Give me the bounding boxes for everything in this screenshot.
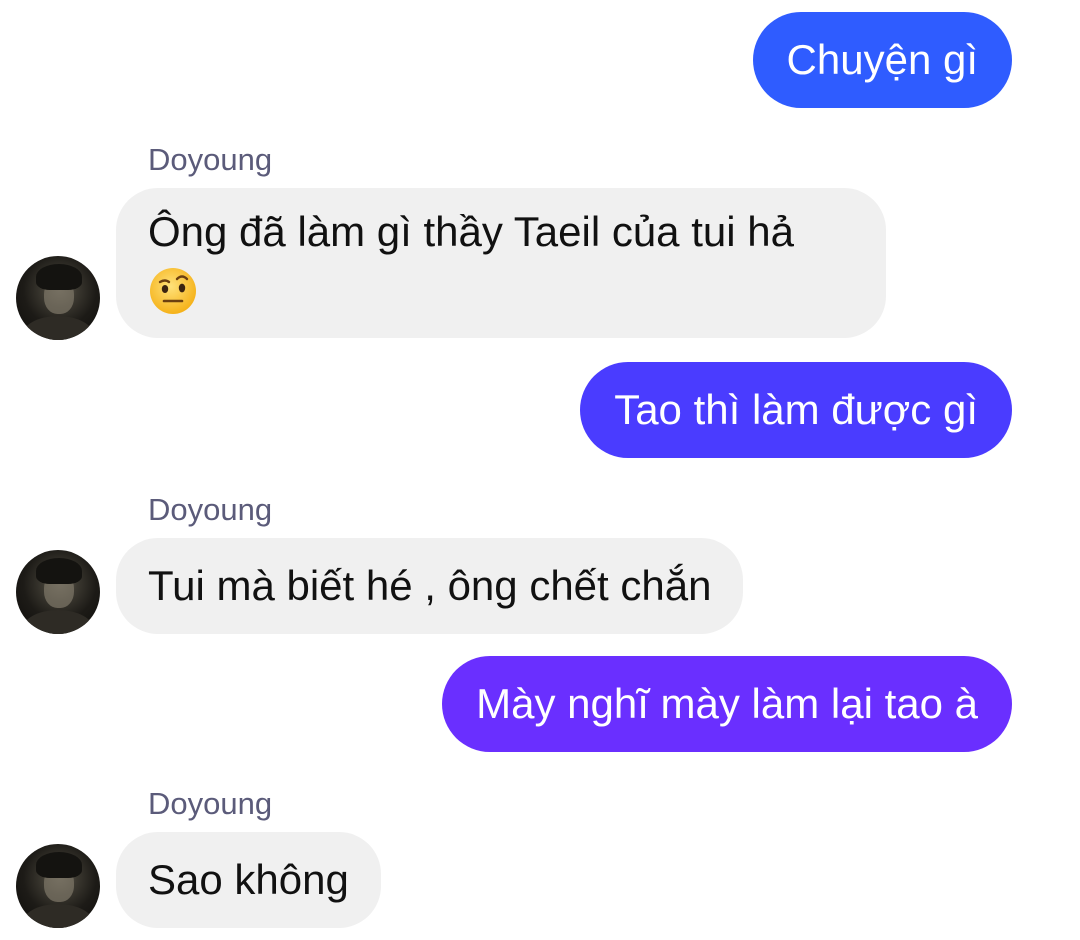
- incoming-message-bubble[interactable]: Tui mà biết hé , ông chết chắn: [116, 538, 744, 634]
- outgoing-message-bubble[interactable]: Mày nghĩ mày làm lại tao à: [442, 656, 1012, 752]
- message-text: Tao thì làm được gì: [614, 386, 978, 433]
- outgoing-message-bubble[interactable]: Chuyện gì: [752, 12, 1012, 108]
- incoming-message-bubble[interactable]: Sao không: [116, 832, 381, 928]
- message-text: Sao không: [148, 856, 349, 903]
- avatar[interactable]: [16, 844, 100, 928]
- message-text: Chuyện gì: [786, 36, 978, 83]
- avatar[interactable]: [16, 256, 100, 340]
- message-text: Tui mà biết hé , ông chết chắn: [148, 562, 712, 609]
- avatar[interactable]: [16, 550, 100, 634]
- outgoing-message-bubble[interactable]: Tao thì làm được gì: [580, 362, 1012, 458]
- message-text: Ông đã làm gì thầy Taeil của tui hả: [148, 208, 794, 255]
- message-text: Mày nghĩ mày làm lại tao à: [476, 680, 978, 727]
- face-with-raised-eyebrow-emoji-icon: [148, 266, 854, 316]
- sender-name: Doyoung: [148, 786, 273, 821]
- incoming-message-bubble[interactable]: Ông đã làm gì thầy Taeil của tui hả: [116, 188, 886, 338]
- sender-name: Doyoung: [148, 492, 273, 527]
- sender-name: Doyoung: [148, 142, 273, 177]
